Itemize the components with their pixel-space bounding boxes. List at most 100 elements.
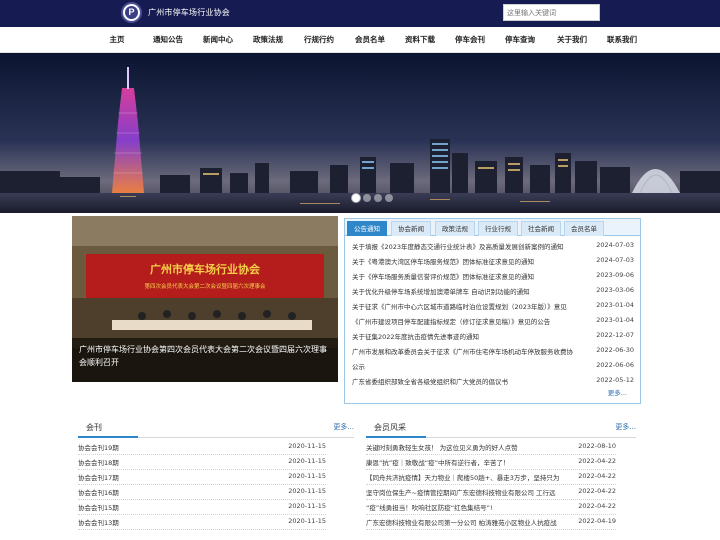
slider-dot-2[interactable] [363, 194, 371, 202]
journal-item-date: 2020-11-15 [288, 487, 326, 495]
notice-item-title[interactable]: 关于《粤港澳大湾区停车场服务规范》团体标准征求意见的通知 [352, 256, 592, 266]
notice-item-date: 2023-09-06 [596, 271, 634, 279]
notice-item[interactable]: 关于征集2022年度抗击疫情先进事迹的通知 2022-12-07 [352, 331, 634, 346]
notice-item[interactable]: 《广州市建设项目停车配建指标规定（修订征求意见稿）》意见的公告 2023-01-… [352, 316, 634, 331]
notice-panel: 公告通知 协会新闻 政策法规 行业行规 社会新闻 会员名单 关于填报《2023年… [344, 218, 641, 404]
nav-item-industry-rules[interactable]: 行规行约 [296, 27, 342, 53]
notice-item[interactable]: 公示 2022-06-06 [352, 361, 634, 376]
nav-item-downloads[interactable]: 资料下载 [397, 27, 443, 53]
journal-item[interactable]: 协会会刊16期 2020-11-15 [78, 485, 326, 500]
tab-policies[interactable]: 政策法规 [435, 221, 475, 236]
nav-item-policies[interactable]: 政策法规 [245, 27, 291, 53]
notice-item-date: 2022-12-07 [596, 331, 634, 339]
member-news-title[interactable]: 广东宏德科技物业有限公司第一分公司 柏涛雅苑小区物业人抗疫战 [366, 517, 571, 527]
featured-news-caption[interactable]: 广州市停车场行业协会第四次会员代表大会第二次会议暨四届六次理事会顺利召开 [72, 338, 338, 382]
notice-item[interactable]: 广东省委组织部致全省各级党组织和广大党员的倡议书 2022-05-12 [352, 376, 634, 391]
journal-item-title[interactable]: 协会会刊17期 [78, 472, 119, 482]
member-news-item[interactable]: “疫”线勇担当！吹响社区防疫“红色集结号”! 2022-04-22 [366, 500, 616, 515]
member-news-date: 2022-04-22 [578, 487, 616, 495]
notice-item-date: 2023-03-06 [596, 286, 634, 294]
notice-item-title[interactable]: 关于征求《广州市中心六区城市道路临时泊位设置规划（2023年版）》意见 [352, 301, 592, 311]
tab-announcements[interactable]: 公告通知 [347, 221, 387, 236]
association-logo[interactable]: P [121, 2, 142, 23]
journal-item[interactable]: 协会会刊19期 2020-11-15 [78, 440, 326, 455]
member-news-item[interactable]: 关键时刻勇救轻生女孩！ 为这位见义勇为的好人点赞 2022-08-10 [366, 440, 616, 455]
parking-p-icon: P [125, 6, 138, 19]
notice-item-date: 2022-06-06 [596, 361, 634, 369]
journal-item[interactable]: 协会会刊18期 2020-11-15 [78, 455, 326, 470]
member-news-date: 2022-04-22 [578, 502, 616, 510]
journal-section-title: 会刊 [86, 423, 102, 432]
nav-item-news[interactable]: 新闻中心 [195, 27, 241, 53]
notice-item[interactable]: 关于《停车场服务质量信誉评价规范》团体标准征求意见的通知 2023-09-06 [352, 271, 634, 286]
notice-item-date: 2023-01-04 [596, 301, 634, 309]
notice-item[interactable]: 关于《粤港澳大湾区停车场服务规范》团体标准征求意见的通知 2024-07-03 [352, 256, 634, 271]
nav-item-parking-search[interactable]: 停车查询 [497, 27, 543, 53]
tab-member-list[interactable]: 会员名单 [564, 221, 604, 236]
section-accent-bar [78, 436, 138, 438]
slider-dot-4[interactable] [385, 194, 393, 202]
member-news-title[interactable]: 【同舟共济抗疫情】天力物业｜爬楼50趟+、暴走3万步，坚持只为 [366, 472, 571, 482]
notice-item-date: 2023-01-04 [596, 316, 634, 324]
journal-item-title[interactable]: 协会会刊18期 [78, 457, 119, 467]
notice-item[interactable]: 关于征求《广州市中心六区城市道路临时泊位设置规划（2023年版）》意见 2023… [352, 301, 634, 316]
notice-item-title[interactable]: 《广州市建设项目停车配建指标规定（修订征求意见稿）》意见的公告 [352, 316, 592, 326]
member-news-item[interactable]: 广东宏德科技物业有限公司第一分公司 柏涛雅苑小区物业人抗疫战 2022-04-1… [366, 515, 616, 530]
banner-line-1: 广州市停车场行业协会 [150, 262, 261, 276]
notice-item-title[interactable]: 广州市发展和改革委员会关于征求《广州市住宅停车场机动车停放服务收费协 [352, 346, 592, 356]
member-news-date: 2022-04-22 [578, 457, 616, 465]
nav-item-members[interactable]: 会员名单 [347, 27, 393, 53]
member-news-item[interactable]: 坚守岗位保生产~疫情管控期间广东宏德科技物业有限公司 工行远 2022-04-2… [366, 485, 616, 500]
member-news-title[interactable]: 关键时刻勇救轻生女孩！ 为这位见义勇为的好人点赞 [366, 442, 571, 452]
journal-item[interactable]: 协会会刊17期 2020-11-15 [78, 470, 326, 485]
search-input[interactable] [503, 4, 600, 21]
section-accent-bar [366, 436, 426, 438]
notice-item[interactable]: 关于填报《2023年度静态交通行业统计表》及高质量发展创新案例的通知 2024-… [352, 241, 634, 256]
member-news-date: 2022-04-19 [578, 517, 616, 525]
notice-item-title[interactable]: 关于《停车场服务质量信誉评价规范》团体标准征求意见的通知 [352, 271, 592, 281]
hero-banner[interactable] [0, 53, 720, 213]
nav-item-contact[interactable]: 联系我们 [599, 27, 645, 53]
notice-item-title[interactable]: 关于征集2022年度抗击疫情先进事迹的通知 [352, 331, 592, 341]
journal-item[interactable]: 协会会刊13期 2020-11-15 [78, 515, 326, 530]
member-news-title[interactable]: “疫”线勇担当！吹响社区防疫“红色集结号”! [366, 502, 571, 512]
member-news-title[interactable]: 康恩“抗”疫｜致敬战“疫”中所有逆行者，辛苦了！ [366, 457, 571, 467]
notice-item-date: 2022-06-30 [596, 346, 634, 354]
nav-item-notices[interactable]: 通知公告 [145, 27, 191, 53]
notice-item[interactable]: 广州市发展和改革委员会关于征求《广州市住宅停车场机动车停放服务收费协 2022-… [352, 346, 634, 361]
notice-tabs: 公告通知 协会新闻 政策法规 行业行规 社会新闻 会员名单 [345, 219, 640, 236]
slider-dot-1[interactable] [352, 194, 360, 202]
journal-more-link[interactable]: 更多... [333, 422, 354, 432]
nav-item-journal[interactable]: 停车会刊 [447, 27, 493, 53]
night-cityscape-image [0, 53, 720, 213]
banner-line-2: 第四次会员代表大会第二次会议暨四届六次理事会 [144, 282, 266, 290]
journal-item[interactable]: 协会会刊15期 2020-11-15 [78, 500, 326, 515]
journal-item-title[interactable]: 协会会刊16期 [78, 487, 119, 497]
notice-item-date: 2022-05-12 [596, 376, 634, 384]
nav-item-home[interactable]: 主页 [96, 27, 138, 53]
journal-item-title[interactable]: 协会会刊13期 [78, 517, 119, 527]
members-section-title: 会员风采 [374, 423, 406, 432]
notice-item-title[interactable]: 广东省委组织部致全省各级党组织和广大党员的倡议书 [352, 376, 592, 386]
members-more-link[interactable]: 更多... [615, 422, 636, 432]
tab-industry-rules[interactable]: 行业行规 [478, 221, 518, 236]
notice-item-title[interactable]: 公示 [352, 361, 592, 371]
notice-item-title[interactable]: 关于填报《2023年度静态交通行业统计表》及高质量发展创新案例的通知 [352, 241, 592, 251]
member-news-item[interactable]: 【同舟共济抗疫情】天力物业｜爬楼50趟+、暴走3万步，坚持只为 2022-04-… [366, 470, 616, 485]
nav-item-about[interactable]: 关于我们 [549, 27, 595, 53]
tab-social-news[interactable]: 社会新闻 [521, 221, 561, 236]
featured-news[interactable]: 广州市停车场行业协会 第四次会员代表大会第二次会议暨四届六次理事会 广州市停车场… [72, 216, 338, 382]
slider-dot-3[interactable] [374, 194, 382, 202]
member-news-date: 2022-04-22 [578, 472, 616, 480]
notice-more-link[interactable]: 更多... [608, 387, 627, 397]
notice-item-title[interactable]: 关于优化升级停车场系统增加澳港单牌车 自动识别功能的通知 [352, 286, 592, 296]
member-news-title[interactable]: 坚守岗位保生产~疫情管控期间广东宏德科技物业有限公司 工行远 [366, 487, 571, 497]
member-news-item[interactable]: 康恩“抗”疫｜致敬战“疫”中所有逆行者，辛苦了！ 2022-04-22 [366, 455, 616, 470]
journal-item-date: 2020-11-15 [288, 472, 326, 480]
tab-association-news[interactable]: 协会新闻 [391, 221, 431, 236]
notice-item[interactable]: 关于优化升级停车场系统增加澳港单牌车 自动识别功能的通知 2023-03-06 [352, 286, 634, 301]
site-title[interactable]: 广州市停车场行业协会 [148, 7, 230, 18]
journal-item-title[interactable]: 协会会刊15期 [78, 502, 119, 512]
notice-item-date: 2024-07-03 [596, 241, 634, 249]
journal-item-title[interactable]: 协会会刊19期 [78, 442, 119, 452]
